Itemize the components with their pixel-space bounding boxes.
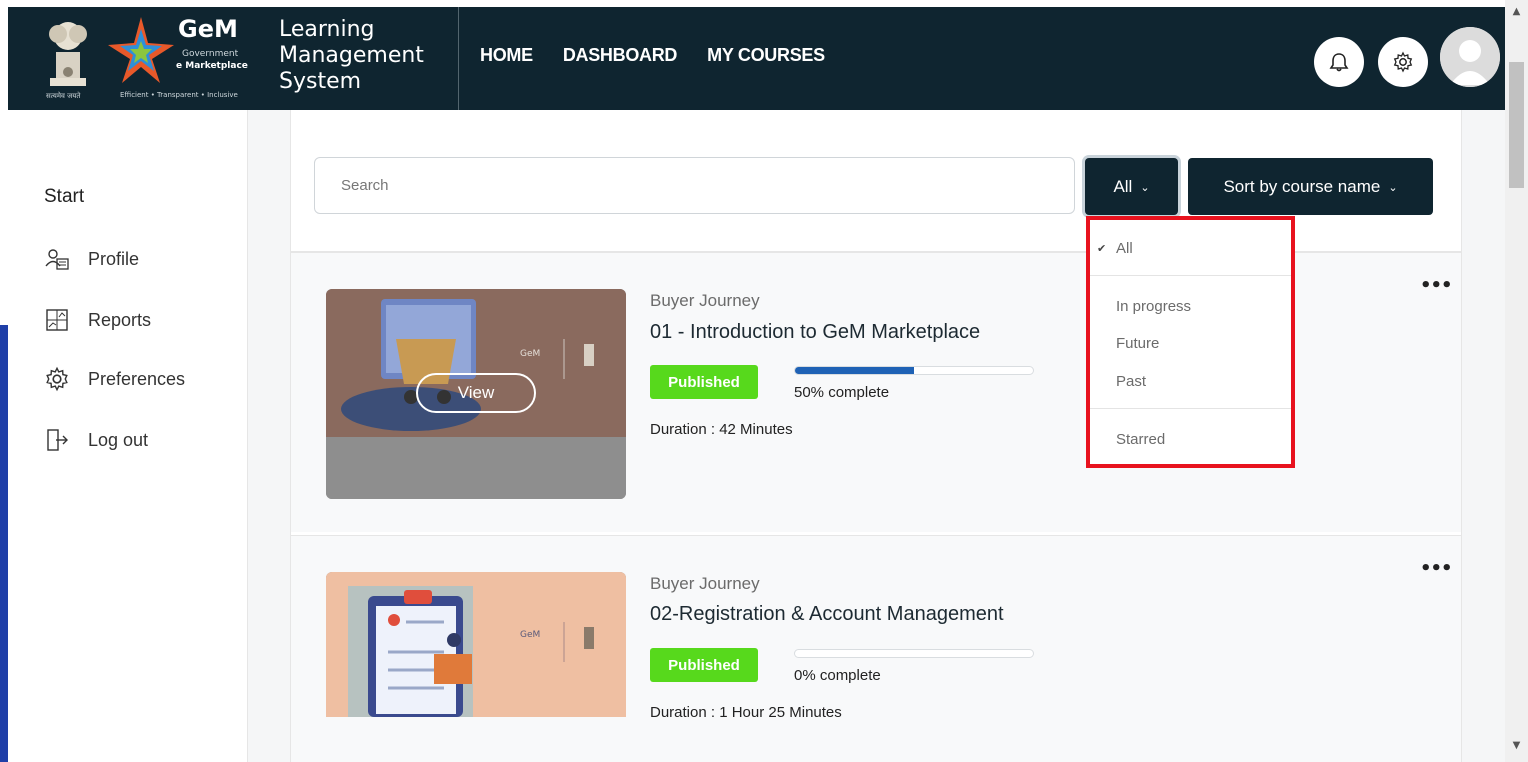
sidebar-item-reports[interactable]: Reports: [42, 305, 151, 335]
national-emblem-logo: [42, 12, 94, 92]
course-title[interactable]: 01 - Introduction to GeM Marketplace: [650, 321, 980, 344]
course-category: Buyer Journey: [650, 574, 760, 593]
status-badge: Published: [650, 365, 758, 399]
chevron-down-icon: ⌄: [1140, 182, 1150, 194]
grouping-dropdown-label: All: [1113, 176, 1133, 196]
course-duration: Duration : 1 Hour 25 Minutes: [650, 704, 842, 721]
notifications-button[interactable]: [1314, 37, 1364, 87]
page-scrollbar[interactable]: ▲ ▼: [1505, 0, 1528, 762]
scroll-up-arrow-icon[interactable]: ▲: [1505, 6, 1528, 17]
profile-icon: [42, 244, 72, 274]
background-strip: [0, 325, 8, 762]
sidebar-item-label: Log out: [88, 429, 149, 450]
course-progress-bar: [794, 366, 1034, 375]
menu-divider: [1090, 408, 1291, 409]
more-options-icon[interactable]: •••: [1420, 275, 1453, 296]
scroll-down-arrow-icon[interactable]: ▼: [1505, 740, 1528, 751]
logout-icon: [42, 425, 72, 455]
gear-icon: [1393, 51, 1413, 73]
course-duration: Duration : 42 Minutes: [650, 421, 793, 438]
more-options-icon[interactable]: •••: [1420, 558, 1453, 579]
nav-my-courses[interactable]: MY COURSES: [707, 45, 825, 66]
sidebar-item-label: Preferences: [88, 368, 186, 389]
menu-item-starred[interactable]: Starred: [1116, 431, 1165, 448]
gear-icon: [42, 364, 72, 394]
chevron-down-icon: ⌄: [1388, 182, 1398, 194]
sort-dropdown-button[interactable]: Sort by course name ⌄: [1188, 158, 1433, 215]
grouping-dropdown-menu: ✔ All In progress Future Past Starred: [1086, 216, 1295, 468]
scroll-thumb[interactable]: [1509, 62, 1524, 188]
sidebar-item-label: Profile: [88, 248, 140, 269]
nav-home[interactable]: HOME: [480, 45, 533, 66]
gem-subtitle-government: Government: [182, 49, 239, 59]
gem-logo[interactable]: GeM Government e Marketplace Efficient •…: [106, 13, 266, 103]
course-progress-text: 50% complete: [794, 384, 890, 401]
course-progress-text: 0% complete: [794, 667, 881, 684]
user-avatar[interactable]: [1440, 27, 1500, 87]
menu-divider: [1090, 275, 1291, 276]
header-divider: [458, 7, 459, 110]
course-title[interactable]: 02-Registration & Account Management: [650, 603, 1004, 626]
grouping-dropdown-button[interactable]: All ⌄: [1085, 158, 1178, 215]
settings-button[interactable]: [1378, 37, 1428, 87]
bell-icon: [1329, 53, 1349, 72]
gem-tagline: Efficient • Transparent • Inclusive: [120, 91, 238, 99]
reports-icon: [42, 305, 72, 335]
top-header: सत्यमेव जयते GeM Government e Marketplac…: [8, 7, 1505, 110]
view-course-button[interactable]: View: [416, 373, 536, 413]
gem-subtitle-marketplace: e Marketplace: [176, 61, 248, 71]
check-icon: ✔: [1097, 242, 1107, 255]
gem-wordmark: GeM: [178, 15, 238, 43]
lms-title-line2: Management: [279, 43, 424, 68]
menu-item-in-progress[interactable]: In progress: [1116, 298, 1191, 315]
course-thumbnail[interactable]: GeM: [326, 572, 626, 717]
menu-item-past[interactable]: Past: [1116, 373, 1146, 390]
course-progress-fill: [795, 367, 914, 374]
menu-item-all[interactable]: All: [1116, 240, 1133, 257]
emblem-caption: सत्यमेव जयते: [46, 92, 81, 100]
main-nav: HOME DASHBOARD MY COURSES: [480, 45, 825, 66]
sidebar-item-logout[interactable]: Log out: [42, 425, 148, 455]
course-thumbnail[interactable]: GeM View: [326, 289, 626, 499]
sort-dropdown-label: Sort by course name: [1223, 176, 1381, 196]
svg-text:GeM: GeM: [520, 349, 540, 359]
sidebar-heading: Start: [44, 186, 85, 207]
lms-title-line3: System: [279, 69, 362, 94]
sidebar-item-profile[interactable]: Profile: [42, 244, 139, 274]
nav-dashboard[interactable]: DASHBOARD: [563, 45, 678, 66]
menu-item-future[interactable]: Future: [1116, 335, 1159, 352]
gem-star-icon: [108, 17, 174, 83]
course-card: GeM Buyer Journey 02-Registration & Acco…: [291, 535, 1461, 762]
course-category: Buyer Journey: [650, 291, 760, 310]
sidebar: Start Profile Reports Preferences Log ou…: [8, 110, 248, 762]
user-avatar-icon: [1440, 27, 1500, 87]
lms-title: Learning Management System: [279, 17, 439, 95]
course-progress-bar: [794, 649, 1034, 658]
sidebar-item-preferences[interactable]: Preferences: [42, 364, 185, 394]
course-search-input[interactable]: [314, 157, 1075, 214]
lms-title-line1: Learning: [279, 17, 375, 42]
course-thumbnail-image: GeM: [326, 572, 626, 717]
status-badge: Published: [650, 648, 758, 682]
sidebar-item-label: Reports: [88, 309, 152, 330]
svg-text:GeM: GeM: [520, 630, 540, 640]
